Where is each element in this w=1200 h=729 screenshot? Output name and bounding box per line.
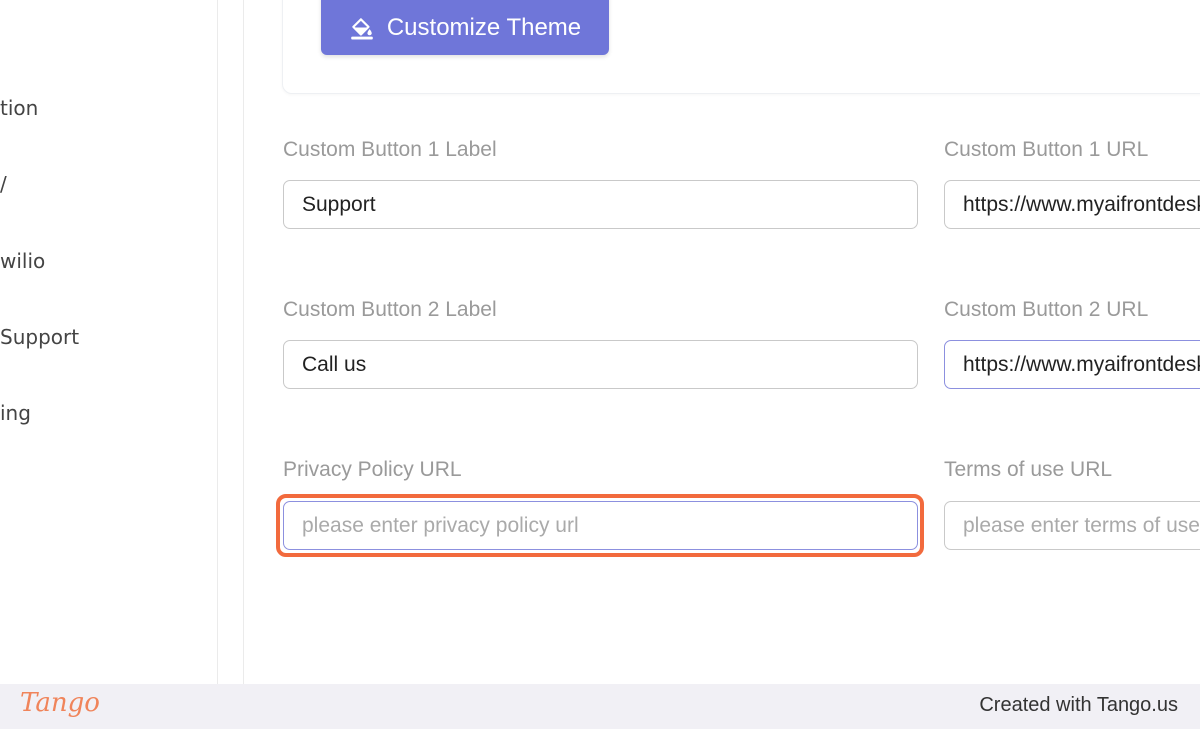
custom-button-1-label-label: Custom Button 1 Label (283, 138, 497, 161)
custom-button-2-label-label: Custom Button 2 Label (283, 298, 497, 321)
custom-button-1-label-input[interactable] (283, 180, 918, 229)
sidebar-item-billing[interactable]: ing (0, 401, 31, 425)
sidebar-item-integration[interactable]: tion (0, 96, 38, 120)
terms-of-use-url-input[interactable] (944, 501, 1200, 550)
content-divider (243, 0, 244, 684)
custom-button-1-url-input[interactable] (944, 180, 1200, 229)
customize-theme-label: Customize Theme (386, 13, 582, 41)
tango-logo: Tango (20, 688, 100, 718)
privacy-policy-url-input[interactable] (283, 501, 918, 550)
sidebar-item-support[interactable]: Support (0, 325, 79, 349)
custom-button-1-url-label: Custom Button 1 URL (944, 138, 1149, 161)
sidebar-item-2[interactable]: / (0, 172, 7, 196)
custom-button-2-url-input[interactable] (944, 340, 1200, 389)
sidebar: tion / wilio Support ing (0, 0, 218, 684)
privacy-policy-url-label: Privacy Policy URL (283, 458, 462, 481)
customize-theme-button[interactable]: Customize Theme (321, 0, 609, 55)
paint-bucket-icon (349, 15, 375, 41)
tango-footer: Tango Created with Tango.us (0, 684, 1200, 729)
custom-button-2-url-label: Custom Button 2 URL (944, 298, 1149, 321)
sidebar-item-twilio[interactable]: wilio (0, 249, 45, 273)
terms-of-use-url-label: Terms of use URL (944, 458, 1113, 481)
custom-button-2-label-input[interactable] (283, 340, 918, 389)
tango-credit: Created with Tango.us (979, 694, 1178, 716)
